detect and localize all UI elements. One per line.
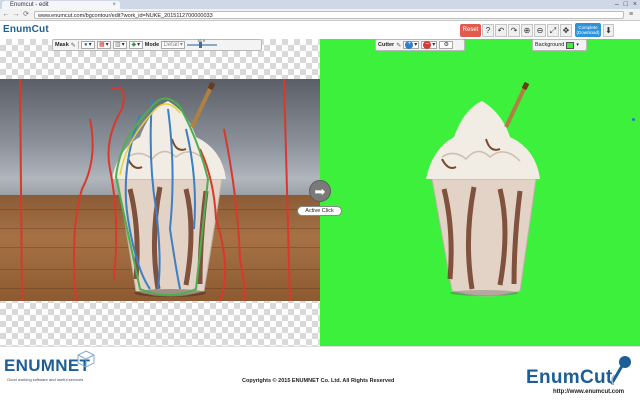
download-icon[interactable]: ⬇ (603, 23, 614, 37)
mode-select[interactable]: Detail ▾ (161, 41, 186, 49)
slider-handle[interactable] (199, 42, 203, 48)
chevron-down-icon: ▾ (576, 42, 579, 48)
fit-screen-icon[interactable]: ⤢ (547, 23, 559, 37)
fill-dropdown[interactable]: ◆ ▾ (128, 41, 143, 49)
cutter-brush-icon: ✎ (396, 42, 402, 49)
mask-canvas[interactable] (0, 39, 320, 346)
back-icon[interactable]: ← (2, 9, 10, 20)
milkshake-with-mask-strokes (19, 79, 291, 301)
mode-label: Mode (144, 42, 160, 48)
background-label: Background (535, 42, 565, 48)
reload-icon[interactable]: ⟳ (22, 9, 30, 20)
download-sublabel: (Download) (576, 30, 600, 35)
foreground-brush-dropdown[interactable]: ● ▾ (80, 41, 95, 49)
enumcut-header-logo[interactable]: EnumCut (3, 24, 49, 35)
forward-icon[interactable]: → (12, 9, 20, 20)
app-header: EnumCut Reset ? ↶ ↷ ⊕ ⊖ ⤢ ✥ Complete (Do… (0, 21, 640, 40)
logo-secondary-text: Cut (31, 24, 49, 35)
settings-button[interactable]: ⚙ (439, 41, 454, 49)
mask-toolbar: Mask ✎ ● ▾ ▦ ▾ ▥ ▾ ◆ ▾ Mode Detail ▾ 16.9 (52, 38, 262, 51)
address-bar[interactable]: www.enumcut.com/bgcontour/edit?work_id=N… (34, 11, 624, 19)
copyright-text: Copyrights © 2015 ENUMNET Co. Ltd. All R… (242, 378, 395, 384)
gear-icon: ⚙ (443, 42, 449, 48)
help-icon[interactable]: ? (482, 23, 494, 37)
add-icon: + (405, 41, 414, 49)
mask-grid-icon: ▦ (98, 42, 105, 48)
browser-menu-icon[interactable]: ≡ (629, 10, 637, 19)
cutter-toolbar: Cutter ✎ + ▾ – ▾ ⚙ (375, 39, 465, 51)
pan-icon[interactable]: ✥ (560, 23, 572, 37)
company-tagline: Good working software and useful service… (7, 377, 84, 382)
person-icon: ● (83, 42, 88, 48)
zoom-in-icon[interactable]: ⊕ (521, 23, 533, 37)
source-photo[interactable] (0, 79, 320, 301)
browser-tab-title: Enumcut - edit (10, 2, 49, 8)
maximize-icon[interactable]: □ (624, 0, 628, 9)
remove-area-dropdown[interactable]: – ▾ (421, 41, 438, 49)
eraser-dropdown[interactable]: ▥ ▾ (112, 41, 127, 49)
window-controls: – □ × (615, 0, 637, 9)
scroll-indicator (632, 118, 635, 121)
active-click-arrow-button[interactable]: ➡ (309, 180, 331, 202)
cutter-knife-icon (610, 356, 631, 386)
zoom-out-icon[interactable]: ⊖ (534, 23, 546, 37)
top-toolbar: Reset ? ↶ ↷ ⊕ ⊖ ⤢ ✥ Complete (Download) … (460, 23, 614, 37)
mask-label: Mask (55, 42, 69, 48)
editor-workspace: Mask ✎ ● ▾ ▦ ▾ ▥ ▾ ◆ ▾ Mode Detail ▾ 16.9 Cut… (0, 38, 640, 346)
website-link[interactable]: http://www.enumcut.com (553, 389, 624, 395)
reset-button[interactable]: Reset (460, 23, 481, 37)
mask-brush-icon: ✎ (70, 42, 76, 49)
footer: ENUMNET Good working software and useful… (0, 346, 640, 403)
eraser-icon: ▥ (114, 42, 121, 48)
background-brush-dropdown[interactable]: ▦ ▾ (96, 41, 111, 49)
undo-icon[interactable]: ↶ (495, 23, 507, 37)
redo-icon[interactable]: ↷ (508, 23, 520, 37)
browser-toolbar: ← → ⟳ www.enumcut.com/bgcontour/edit?wor… (0, 9, 640, 21)
minimize-icon[interactable]: – (615, 0, 619, 9)
add-area-dropdown[interactable]: + ▾ (403, 41, 420, 49)
brush-size-slider[interactable]: 16.9 (187, 38, 218, 48)
window-close-icon[interactable]: × (633, 0, 637, 9)
browser-tab-bar: Enumcut - edit × – □ × (0, 0, 640, 9)
active-click-label[interactable]: Active Click (297, 206, 342, 216)
tab-close-icon[interactable]: × (112, 1, 116, 9)
complete-download-button[interactable]: Complete (Download) (575, 23, 601, 37)
paint-bucket-icon: ◆ (131, 42, 137, 48)
enumcut-footer-logo[interactable]: EnumCut (526, 367, 613, 389)
cube-logo-icon (77, 350, 95, 368)
result-preview-canvas[interactable] (320, 39, 640, 346)
background-color-swatch[interactable] (566, 41, 575, 49)
background-toolbar[interactable]: Background ▾ (532, 39, 587, 51)
browser-tab[interactable]: Enumcut - edit × (2, 1, 120, 9)
logo-primary-text: Enum (3, 24, 32, 35)
cutter-label: Cutter (378, 42, 395, 48)
cutout-milkshake (426, 81, 540, 297)
remove-icon: – (423, 41, 432, 49)
